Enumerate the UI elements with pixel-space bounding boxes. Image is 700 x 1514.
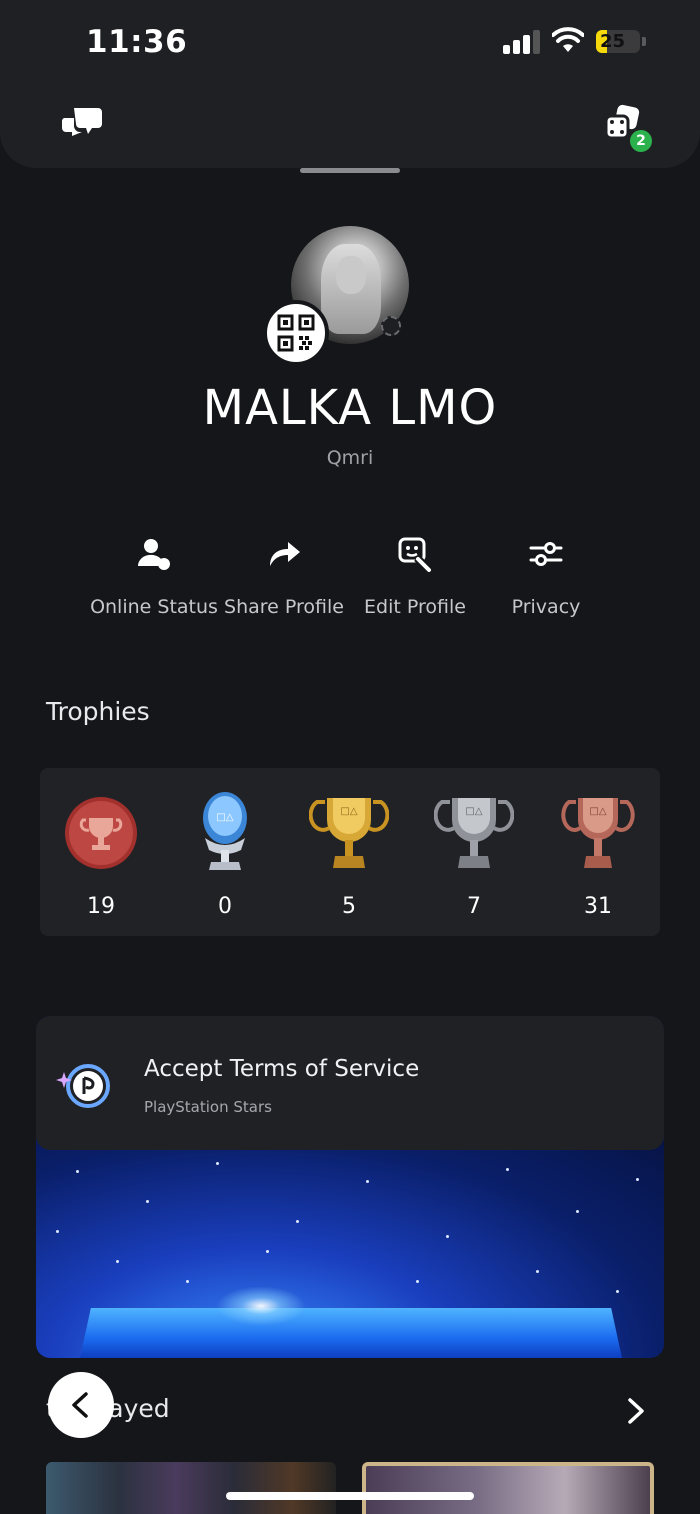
svg-text:□△: □△ <box>465 806 482 817</box>
online-status-button[interactable]: Online Status <box>84 536 224 618</box>
panel-handle[interactable] <box>300 168 400 173</box>
sliders-icon <box>529 542 563 566</box>
trophy-bronze-count: 31 <box>584 894 612 919</box>
share-profile-label: Share Profile <box>224 596 344 618</box>
status-bar: 11:36 25 <box>0 0 700 90</box>
status-time: 11:36 <box>86 24 188 60</box>
playstation-stars-card[interactable]: Accept Terms of Service PlayStation Star… <box>36 1016 664 1358</box>
trophies-title: Trophies <box>46 697 150 726</box>
battery-nub <box>642 37 646 46</box>
trophy-platinum-count: 0 <box>218 894 232 919</box>
offline-status-icon <box>381 316 401 336</box>
share-arrow-icon <box>270 542 300 566</box>
stars-glow <box>216 1286 306 1326</box>
stars-card-title: Accept Terms of Service <box>144 1056 420 1082</box>
trophy-gold: □△ 5 <box>299 790 399 919</box>
avatar-face <box>336 256 366 294</box>
edit-profile-icon <box>398 537 432 572</box>
trophy-bronze: □△ 31 <box>548 790 648 919</box>
privacy-button[interactable]: Privacy <box>476 536 616 618</box>
privacy-label: Privacy <box>511 596 581 618</box>
svg-text:□△: □△ <box>589 806 606 817</box>
cellular-signal-icon <box>503 30 541 54</box>
chat-bubbles-icon[interactable] <box>58 100 106 148</box>
qr-code-icon <box>277 314 315 352</box>
stars-card-header[interactable]: Accept Terms of Service PlayStation Star… <box>36 1016 664 1150</box>
edit-profile-button[interactable]: Edit Profile <box>345 536 485 618</box>
game-thumbnail[interactable] <box>46 1462 336 1514</box>
chevron-left-icon <box>72 1392 88 1418</box>
trophy-level: 19 <box>51 790 151 919</box>
share-profile-button[interactable]: Share Profile <box>214 536 354 618</box>
trophy-level-icon <box>65 797 137 869</box>
online-id: Qmri <box>326 447 374 469</box>
trophy-level-count: 19 <box>87 894 115 919</box>
platinum-trophy-icon: □△ <box>203 792 247 870</box>
silver-trophy-icon: □△ <box>434 798 514 868</box>
svg-text:□△: □△ <box>216 812 233 823</box>
notification-badge: 2 <box>627 127 655 155</box>
profile-name: MALKA LMO <box>202 380 498 436</box>
playstation-stars-icon <box>56 1064 110 1108</box>
recent-games-strip <box>46 1462 666 1514</box>
trophy-summary-card[interactable]: 19 □△ 0 □△ 5 □△ 7 □△ 31 <box>40 768 660 936</box>
home-indicator[interactable] <box>226 1492 474 1500</box>
stars-platform <box>80 1308 622 1358</box>
trophy-silver: □△ 7 <box>424 790 524 919</box>
edit-profile-label: Edit Profile <box>364 596 466 618</box>
chevron-right-icon[interactable] <box>622 1396 650 1426</box>
online-status-label: Online Status <box>90 596 218 618</box>
back-button[interactable] <box>48 1372 114 1438</box>
trophy-silver-count: 7 <box>467 894 481 919</box>
trophy-platinum: □△ 0 <box>175 790 275 919</box>
battery-icon: 25 <box>596 30 640 53</box>
person-status-icon <box>137 539 170 570</box>
qr-code-button[interactable] <box>263 300 329 366</box>
bronze-trophy-icon: □△ <box>561 798 635 868</box>
wifi-icon <box>552 27 584 52</box>
svg-text:□△: □△ <box>340 806 357 817</box>
game-thumbnail[interactable] <box>362 1462 654 1514</box>
stars-card-subtitle: PlayStation Stars <box>144 1098 272 1116</box>
trophy-gold-count: 5 <box>342 894 356 919</box>
gold-trophy-icon: □△ <box>309 798 389 868</box>
battery-level: 25 <box>600 31 626 52</box>
